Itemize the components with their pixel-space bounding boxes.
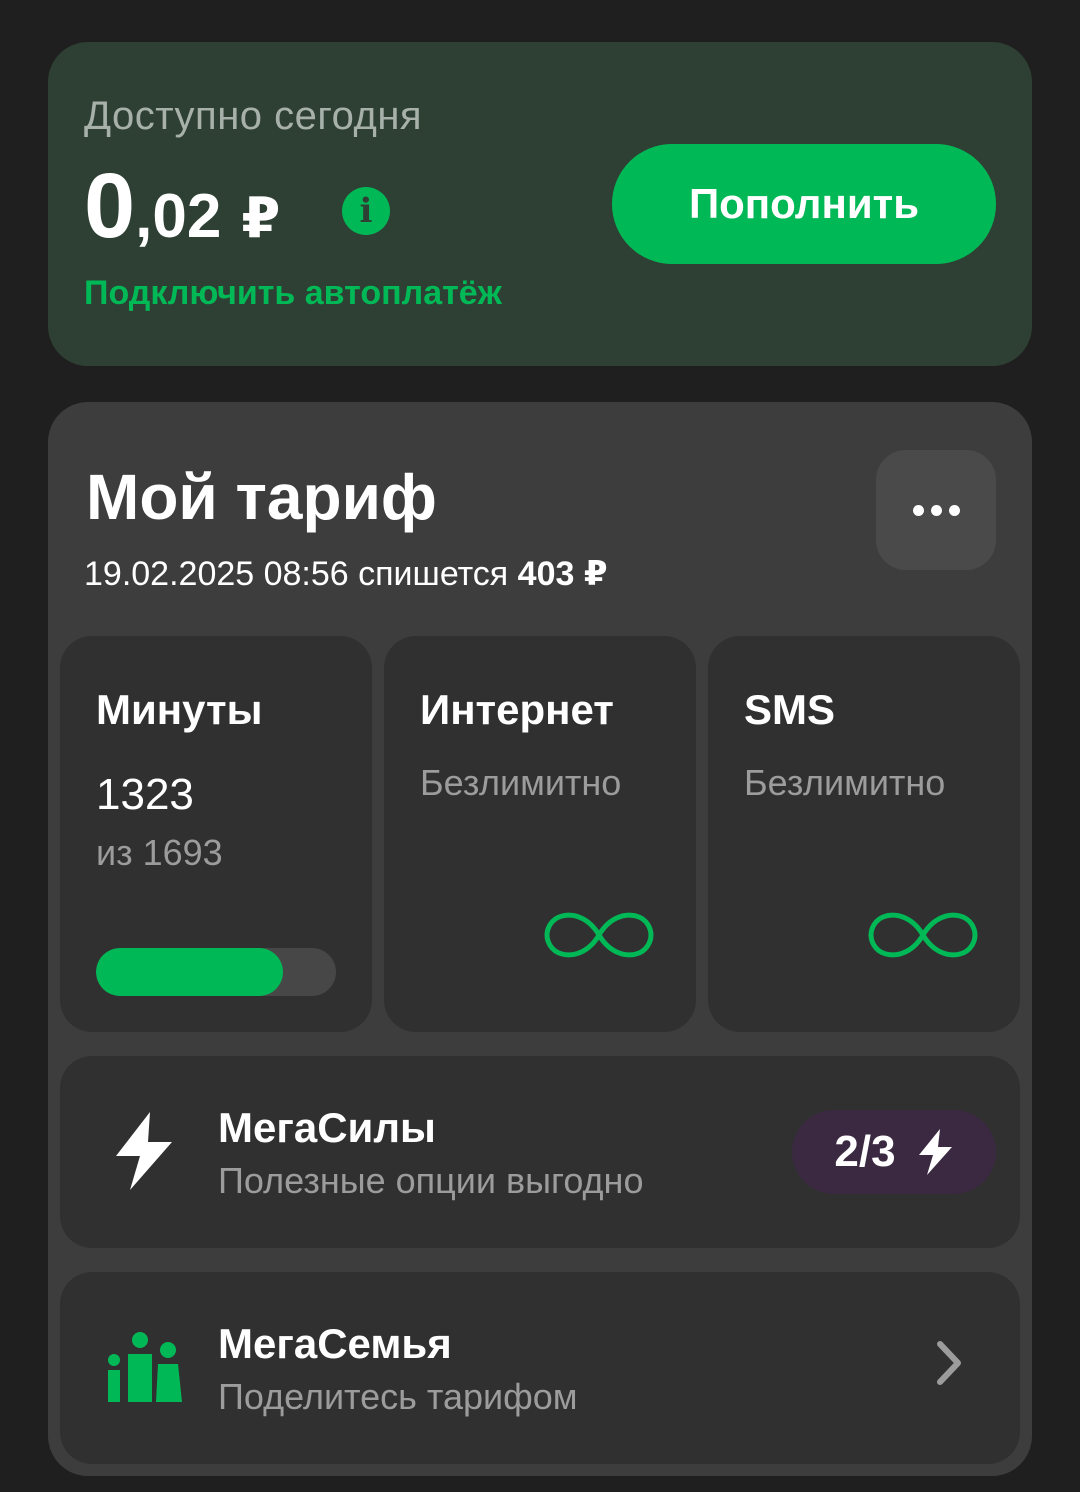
balance-amount: 0 ,02 ₽: [84, 160, 280, 252]
balance-amount-int: 0: [84, 155, 136, 257]
megasily-count: 2/3: [834, 1127, 896, 1176]
minutes-progress-bar: [96, 948, 336, 996]
tile-sms[interactable]: SMS Безлимитно: [708, 636, 1020, 1032]
more-button[interactable]: [876, 450, 996, 570]
charge-date: 19.02.2025 08:56 спишется: [84, 555, 509, 593]
bolt-icon: [918, 1129, 952, 1175]
tile-minutes[interactable]: Минуты 1323 из 1693: [60, 636, 372, 1032]
megasily-title: МегаСилы: [218, 1104, 436, 1151]
family-icon: [108, 1332, 182, 1402]
bolt-icon: [116, 1112, 172, 1190]
megasily-badge[interactable]: 2/3: [792, 1110, 996, 1194]
info-icon[interactable]: i: [342, 187, 390, 235]
balance-currency: ₽: [241, 186, 281, 249]
minutes-total: из 1693: [96, 832, 223, 873]
megasemya-subtitle: Поделитесь тарифом: [218, 1376, 578, 1417]
charge-amount: 403 ₽: [517, 555, 608, 593]
autopay-link[interactable]: Подключить автоплатёж: [84, 274, 502, 313]
more-dots-icon: [912, 504, 924, 516]
minutes-progress-fill: [96, 948, 284, 996]
chevron-right-icon[interactable]: [934, 1340, 964, 1386]
tariff-card: Мой тариф 19.02.2025 08:56 спишется 403 …: [48, 402, 1032, 1476]
sms-unlimited: Безлимитно: [744, 762, 946, 803]
megasemya-row[interactable]: МегаСемья Поделитесь тарифом: [60, 1272, 1020, 1464]
tile-title: Минуты: [96, 686, 263, 733]
megasily-subtitle: Полезные опции выгодно: [218, 1160, 644, 1201]
tile-title: Интернет: [420, 686, 614, 733]
megasily-row[interactable]: МегаСилы Полезные опции выгодно 2/3: [60, 1056, 1020, 1248]
megasemya-title: МегаСемья: [218, 1320, 452, 1367]
balance-amount-frac: ,02: [135, 182, 222, 251]
balance-label: Доступно сегодня: [84, 94, 423, 138]
tile-title: SMS: [744, 686, 836, 733]
tile-internet[interactable]: Интернет Безлимитно: [384, 636, 696, 1032]
infinity-icon: [868, 912, 978, 958]
topup-button[interactable]: Пополнить: [612, 144, 996, 264]
internet-unlimited: Безлимитно: [420, 762, 622, 803]
tariff-charge-info: 19.02.2025 08:56 спишется 403 ₽: [84, 554, 608, 594]
balance-card: Доступно сегодня 0 ,02 ₽ i Подключить ав…: [48, 42, 1032, 366]
infinity-icon: [544, 912, 654, 958]
tariff-title: Мой тариф: [86, 461, 437, 533]
minutes-remaining: 1323: [96, 770, 194, 819]
